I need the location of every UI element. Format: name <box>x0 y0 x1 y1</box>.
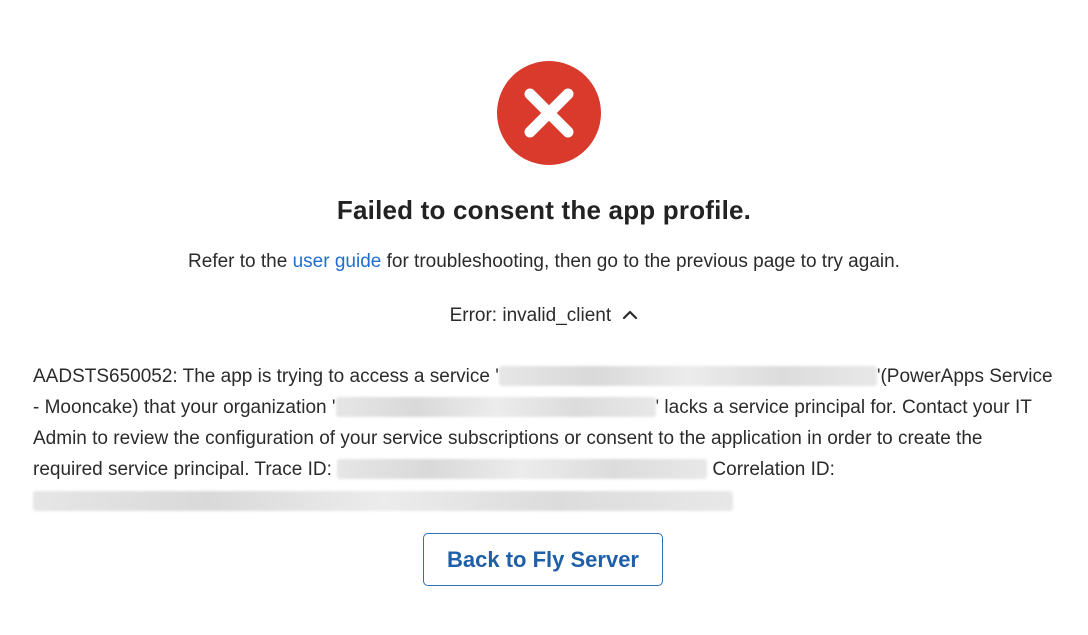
hint-text-after: for troubleshooting, then go to the prev… <box>381 251 900 272</box>
consent-error-page: Failed to consent the app profile. Refer… <box>0 0 1088 635</box>
error-details-message: AADSTS650052: The app is trying to acces… <box>33 361 1055 517</box>
error-details-toggle[interactable]: Error: invalid_client <box>0 305 1088 327</box>
page-title: Failed to consent the app profile. <box>336 195 752 225</box>
error-message-part-1: AADSTS650052: The app is trying to acces… <box>33 366 499 387</box>
troubleshooting-hint: Refer to the user guide for troubleshoot… <box>0 251 1088 273</box>
chevron-up-icon[interactable] <box>622 308 638 320</box>
redacted-service-id <box>498 366 877 386</box>
redacted-correlation-id <box>33 491 733 511</box>
user-guide-link[interactable]: user guide <box>293 251 382 272</box>
back-to-fly-server-button[interactable]: Back to Fly Server <box>423 533 663 586</box>
redacted-trace-id <box>337 459 708 479</box>
hint-text-before: Refer to the <box>188 251 293 272</box>
x-circle-icon <box>497 61 601 165</box>
error-message-part-4: Correlation ID: <box>707 459 835 480</box>
redacted-organization-id <box>335 397 656 417</box>
error-code-label[interactable]: Error: invalid_client <box>450 305 612 326</box>
